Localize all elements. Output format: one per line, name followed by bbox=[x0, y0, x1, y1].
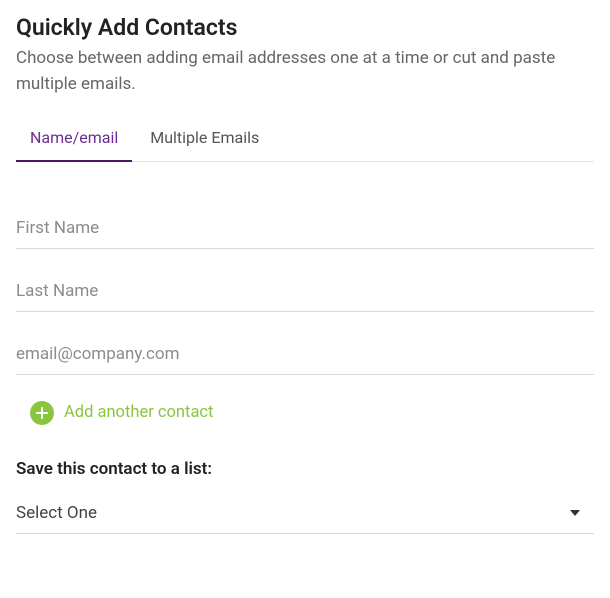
email-input[interactable] bbox=[16, 338, 594, 375]
add-another-contact-label: Add another contact bbox=[64, 403, 213, 422]
tabs-bar: Name/email Multiple Emails bbox=[16, 122, 594, 162]
last-name-input[interactable] bbox=[16, 275, 594, 312]
caret-down-icon bbox=[570, 510, 580, 516]
tab-name-email[interactable]: Name/email bbox=[30, 122, 118, 161]
email-field-wrap bbox=[16, 338, 594, 375]
list-select[interactable]: Select One bbox=[16, 497, 594, 534]
contact-form: Add another contact Save this contact to… bbox=[16, 162, 594, 534]
page-title: Quickly Add Contacts bbox=[16, 14, 594, 41]
add-another-contact-button[interactable]: Add another contact bbox=[16, 401, 594, 425]
save-to-list-label: Save this contact to a list: bbox=[16, 459, 594, 479]
first-name-field-wrap bbox=[16, 212, 594, 249]
first-name-input[interactable] bbox=[16, 212, 594, 249]
last-name-field-wrap bbox=[16, 275, 594, 312]
plus-circle-icon bbox=[30, 401, 54, 425]
page-subtitle: Choose between adding email addresses on… bbox=[16, 45, 594, 98]
tab-multiple-emails[interactable]: Multiple Emails bbox=[150, 122, 259, 161]
list-select-value: Select One bbox=[16, 503, 570, 523]
